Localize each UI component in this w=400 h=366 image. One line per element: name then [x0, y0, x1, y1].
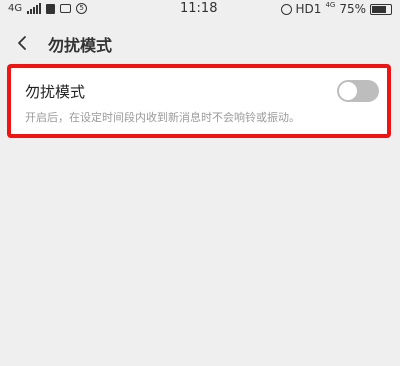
network-type: 4G: [8, 3, 23, 14]
alarm-icon: [280, 3, 292, 15]
notification-icon: [46, 3, 56, 14]
hd-indicator: HD1: [295, 2, 322, 16]
status-left: 4G 5: [8, 3, 88, 14]
status-right: HD1 4G 75%: [280, 1, 392, 16]
page-title: 勿扰模式: [48, 36, 113, 55]
app-notification-icon: 5: [76, 3, 88, 14]
do-not-disturb-setting-card: 勿扰模式 开启后，在设定时间段内收到新消息时不会响铃或振动。: [7, 64, 391, 138]
status-time: 11:18: [180, 1, 218, 16]
message-icon: [60, 4, 72, 13]
network-small-indicator: 4G: [325, 1, 336, 9]
page-header: 勿扰模式: [0, 22, 400, 62]
battery-percent: 75%: [339, 2, 366, 16]
setting-description: 开启后，在设定时间段内收到新消息时不会响铃或振动。: [25, 111, 300, 124]
signal-icon: [27, 3, 42, 14]
do-not-disturb-toggle[interactable]: [337, 80, 379, 102]
battery-icon: [370, 3, 392, 15]
toggle-knob: [339, 82, 357, 100]
back-arrow-icon[interactable]: [14, 34, 32, 52]
status-bar: 4G 5 11:18 HD1 4G 75%: [0, 0, 400, 22]
setting-label: 勿扰模式: [25, 83, 86, 101]
